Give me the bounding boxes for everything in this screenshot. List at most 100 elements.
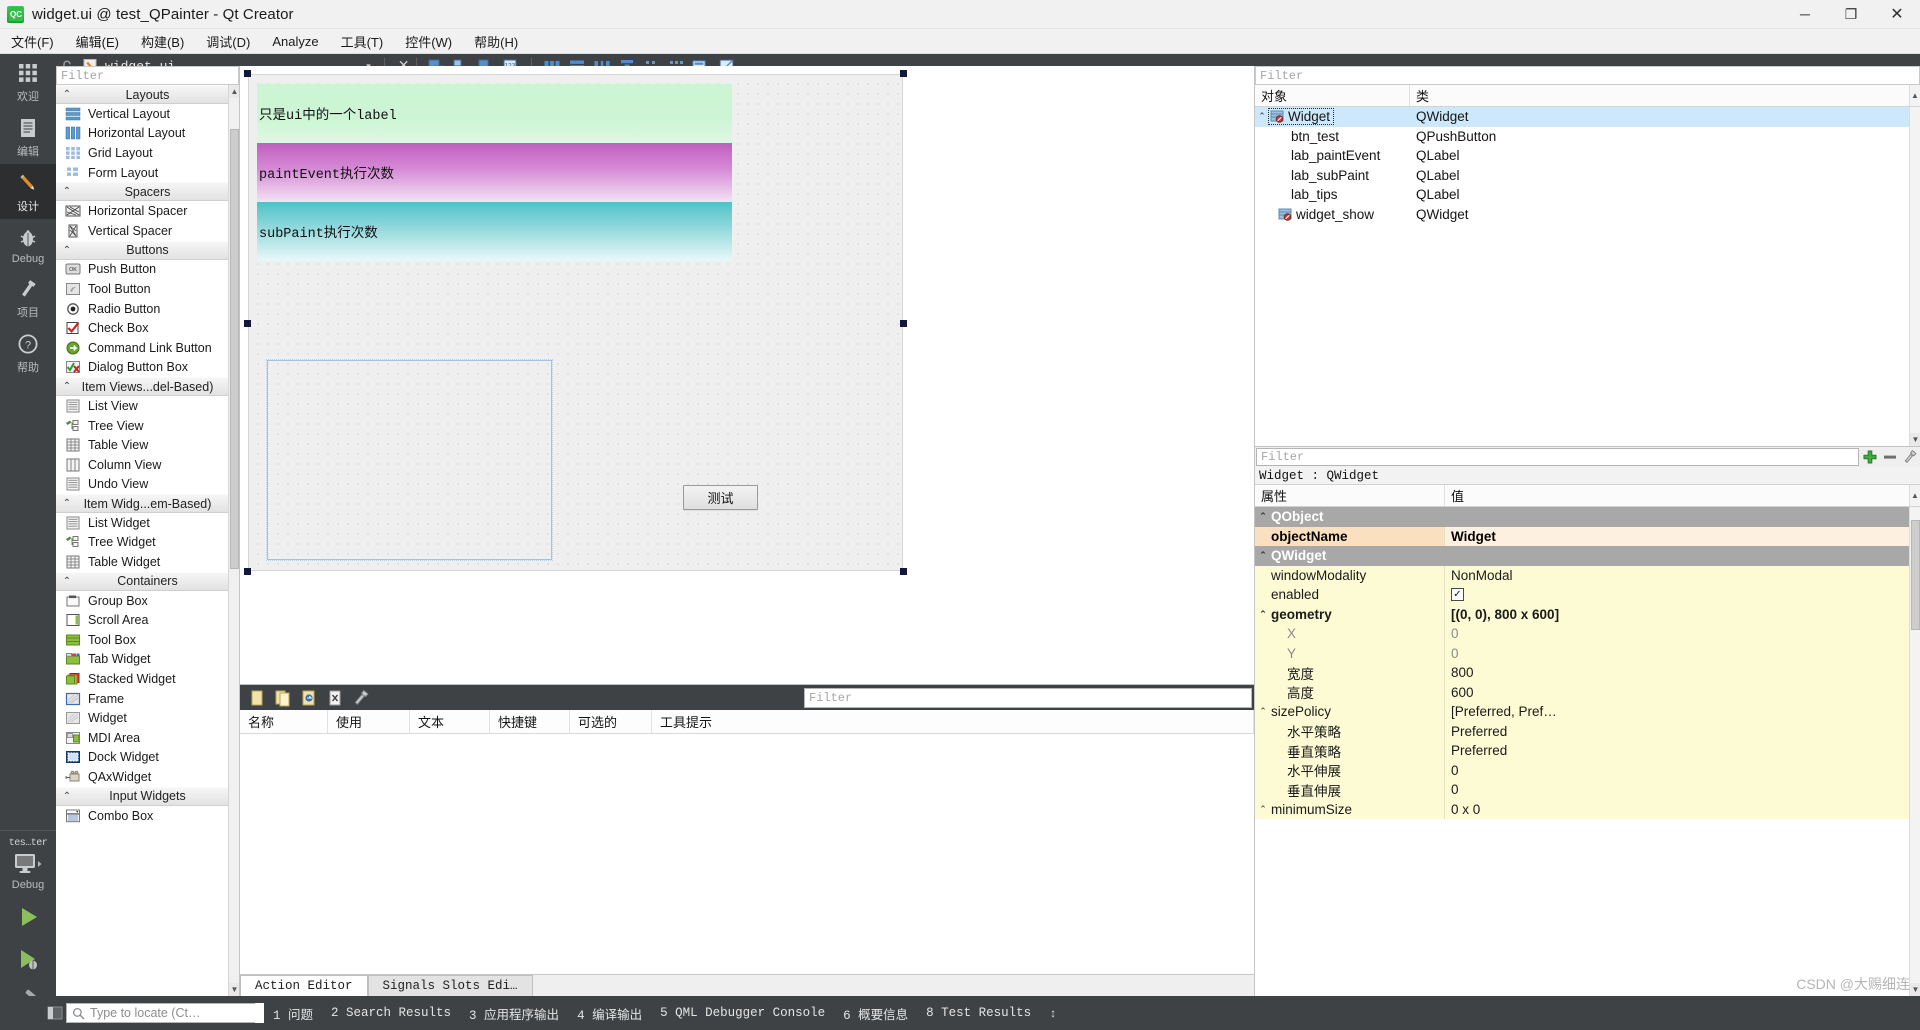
- widget-item-push-button[interactable]: OK Push Button: [56, 260, 239, 280]
- property-group-QObject[interactable]: ⌃ QObject: [1255, 507, 1920, 527]
- form-canvas-area[interactable]: 只是ui中的一个label paintEvent执行次数 subPaint执行次…: [240, 66, 1254, 684]
- scrollbar-thumb[interactable]: [1911, 520, 1920, 630]
- column-header-used[interactable]: 使用: [328, 710, 410, 733]
- widget-item-table-widget[interactable]: Table Widget: [56, 552, 239, 572]
- minimize-button[interactable]: ─: [1782, 0, 1828, 29]
- run-target-selector[interactable]: Debug: [0, 849, 56, 896]
- output-pane-search-results[interactable]: 2 Search Results: [322, 1000, 460, 1026]
- property-objectName[interactable]: objectName Widget: [1255, 526, 1920, 547]
- property-vertical-policy[interactable]: 垂直策略 Preferred: [1255, 741, 1920, 761]
- form-label-lab_paintEvent[interactable]: paintEvent执行次数: [257, 143, 732, 202]
- tree-row-btn_test[interactable]: btn_test QPushButton: [1255, 127, 1920, 147]
- widget-item-combo-box[interactable]: Combo Box: [56, 806, 239, 826]
- resize-grip-middle-right[interactable]: [900, 320, 907, 327]
- property-group-QWidget[interactable]: ⌃ QWidget: [1255, 546, 1920, 566]
- widget-item-list-widget[interactable]: List Widget: [56, 513, 239, 533]
- property-vertical-stretch[interactable]: 垂直伸展 0: [1255, 780, 1920, 800]
- widget-item-form-layout[interactable]: Form Layout: [56, 163, 239, 183]
- resize-grip-middle-left[interactable]: [244, 320, 251, 327]
- configure-property-icon[interactable]: [1900, 447, 1920, 467]
- paste-action-icon[interactable]: [298, 687, 319, 708]
- scroll-down-icon[interactable]: ▼: [229, 983, 239, 996]
- widget-box-scrollbar[interactable]: ▲ ▼: [228, 85, 239, 996]
- start-debugging-button[interactable]: [0, 938, 56, 980]
- property-value[interactable]: 0: [1445, 780, 1920, 800]
- widget-item-horizontal-layout[interactable]: Horizontal Layout: [56, 124, 239, 144]
- widget-item-check-box[interactable]: Check Box: [56, 318, 239, 338]
- property-editor-table[interactable]: ⌃ QObject objectName Widget ⌃ QWidget wind…: [1255, 507, 1920, 996]
- mode-help[interactable]: ? 帮助: [0, 325, 56, 380]
- new-action-icon[interactable]: [246, 687, 267, 708]
- property-value[interactable]: Preferred: [1445, 722, 1920, 742]
- tab-signals-slots-editor[interactable]: Signals Slots Edi…: [367, 975, 533, 996]
- property-value[interactable]: 0: [1445, 761, 1920, 781]
- kit-selector-label[interactable]: tes…ter: [9, 834, 48, 849]
- resize-grip-bottom-right[interactable]: [900, 568, 907, 575]
- property-value[interactable]: Widget: [1445, 527, 1920, 547]
- widget-item-tab-widget[interactable]: Tab Widget: [56, 650, 239, 670]
- output-pane-compile-output[interactable]: 4 编译输出: [568, 1000, 651, 1026]
- chevron-down-icon[interactable]: ⌃: [1255, 804, 1271, 815]
- widget-item-scroll-area[interactable]: Scroll Area: [56, 610, 239, 630]
- property-value[interactable]: [Preferred, Pref…: [1445, 702, 1920, 722]
- output-pane-general-messages[interactable]: 6 概要信息: [834, 1000, 917, 1026]
- widget-item-mdi-area[interactable]: MDI Area: [56, 728, 239, 748]
- output-pane-test-results[interactable]: 8 Test Results: [917, 1000, 1040, 1026]
- tab-action-editor[interactable]: Action Editor: [240, 975, 368, 996]
- property-geometry-y[interactable]: Y 0: [1255, 643, 1920, 663]
- output-pane-qml-debugger[interactable]: 5 QML Debugger Console: [651, 1000, 834, 1026]
- form-label-lab_subPaint[interactable]: subPaint执行次数: [257, 202, 732, 261]
- widget-item-column-view[interactable]: Column View: [56, 455, 239, 475]
- form-widget-widget_show[interactable]: [266, 359, 553, 561]
- run-button[interactable]: [0, 896, 56, 938]
- widget-item-stacked-widget[interactable]: Stacked Widget: [56, 669, 239, 689]
- column-header-property[interactable]: 属性: [1255, 485, 1445, 506]
- property-value[interactable]: 800: [1445, 663, 1920, 683]
- property-value[interactable]: NonModal: [1445, 566, 1920, 586]
- chevron-down-icon[interactable]: ⌃: [1255, 111, 1269, 122]
- column-header-name[interactable]: 名称: [240, 710, 328, 733]
- menu-file[interactable]: 文件(F): [0, 29, 65, 54]
- column-header-value[interactable]: 值: [1445, 485, 1909, 506]
- maximize-button[interactable]: ❐: [1828, 0, 1874, 29]
- column-header-tooltip[interactable]: 工具提示: [652, 710, 1254, 733]
- mode-welcome[interactable]: 欢迎: [0, 54, 56, 109]
- widget-item-widget[interactable]: Widget: [56, 708, 239, 728]
- form-root-widget[interactable]: 只是ui中的一个label paintEvent执行次数 subPaint执行次…: [244, 70, 907, 575]
- menu-build[interactable]: 构建(B): [130, 29, 195, 54]
- scroll-up-icon[interactable]: ▲: [229, 85, 239, 98]
- scroll-down-icon[interactable]: ▼: [1910, 983, 1920, 996]
- enabled-checkbox[interactable]: ✓: [1451, 588, 1464, 602]
- widget-group-containers[interactable]: ⌃ Containers: [56, 571, 239, 591]
- property-value[interactable]: 600: [1445, 683, 1920, 703]
- widget-group-item-views[interactable]: ⌃ Item Views...del-Based): [56, 377, 239, 397]
- property-geometry-height[interactable]: 高度 600: [1255, 682, 1920, 703]
- menu-widgets[interactable]: 控件(W): [394, 29, 463, 54]
- chevron-down-icon[interactable]: ⌃: [1255, 706, 1271, 717]
- property-value[interactable]: Preferred: [1445, 741, 1920, 761]
- widget-item-command-link-button[interactable]: Command Link Button: [56, 338, 239, 358]
- column-header-text[interactable]: 文本: [410, 710, 490, 733]
- menu-debug[interactable]: 调试(D): [195, 29, 261, 54]
- widget-item-vertical-spacer[interactable]: Vertical Spacer: [56, 221, 239, 241]
- mode-projects[interactable]: 项目: [0, 270, 56, 325]
- widget-item-dock-widget[interactable]: Dock Widget: [56, 748, 239, 768]
- menu-edit[interactable]: 编辑(E): [65, 29, 130, 54]
- mode-design[interactable]: 设计: [0, 164, 56, 219]
- widget-item-grid-layout[interactable]: Grid Layout: [56, 143, 239, 163]
- widget-item-group-box[interactable]: Group Box: [56, 591, 239, 611]
- add-property-icon[interactable]: [1860, 447, 1880, 467]
- remove-property-icon[interactable]: [1880, 447, 1900, 467]
- output-pane-application-output[interactable]: 3 应用程序输出: [460, 1000, 568, 1026]
- mode-debug[interactable]: Debug: [0, 219, 56, 270]
- output-pane-issues[interactable]: 1 问题: [254, 1000, 322, 1026]
- widget-item-vertical-layout[interactable]: Vertical Layout: [56, 104, 239, 124]
- property-editor-filter-input[interactable]: Filter: [1256, 448, 1859, 466]
- action-editor-list[interactable]: [240, 734, 1254, 974]
- widget-box-list[interactable]: ⌃ Layouts Vertical Layout Horizontal Lay…: [56, 85, 239, 996]
- property-geometry-x[interactable]: X 0: [1255, 624, 1920, 644]
- property-enabled[interactable]: enabled ✓: [1255, 585, 1920, 605]
- action-editor-filter-input[interactable]: Filter: [804, 687, 1252, 708]
- chevron-down-icon[interactable]: ⌃: [1255, 511, 1271, 522]
- property-windowModality[interactable]: windowModality NonModal: [1255, 565, 1920, 586]
